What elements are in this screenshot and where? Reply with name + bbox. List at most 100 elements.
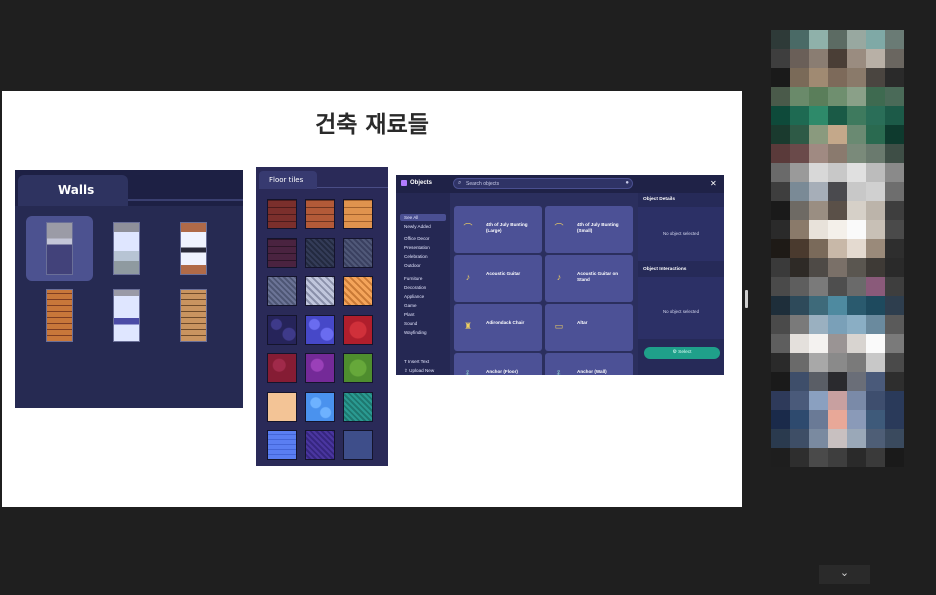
video-pixel — [885, 410, 904, 429]
floor-tile-blue-stone[interactable] — [305, 314, 335, 345]
video-pixel — [790, 239, 809, 258]
floor-tile-violet[interactable] — [305, 353, 335, 383]
video-pixel — [847, 49, 866, 68]
video-pixel — [885, 296, 904, 315]
object-card[interactable]: ♪ Acoustic Guitar — [454, 255, 542, 302]
category-newly-added[interactable]: Newly Added — [404, 224, 431, 229]
video-pixel — [771, 448, 790, 467]
video-pixel — [790, 30, 809, 49]
floor-tile-slate-diag[interactable] — [343, 237, 373, 268]
video-pixel — [866, 353, 885, 372]
video-pixel — [828, 125, 847, 144]
video-pixel — [809, 87, 828, 106]
floor-tile-wood-light[interactable] — [343, 199, 373, 229]
wall-option-wall-light-blue[interactable] — [113, 222, 140, 275]
category-celebration[interactable]: Celebration — [404, 254, 428, 259]
video-pixel — [828, 30, 847, 49]
video-pixel — [885, 372, 904, 391]
video-pixel — [809, 429, 828, 448]
floor-tile-grey-diag[interactable] — [267, 276, 297, 306]
floor-tile-peach[interactable] — [267, 391, 297, 422]
floor-tile-wood-dark[interactable] — [267, 199, 297, 229]
object-card[interactable]: ⌒ 4th of July Bunting (Small) — [545, 206, 633, 253]
category-wayfinding[interactable]: Wayfinding — [404, 330, 427, 335]
floor-tiles-tab[interactable]: Floor tiles — [259, 171, 317, 189]
floor-tile-crimson[interactable] — [267, 353, 297, 383]
video-pixel — [828, 201, 847, 220]
wall-option-wall-gray-purple[interactable] — [46, 222, 73, 275]
video-pixel — [771, 182, 790, 201]
object-card-label: 4th of July Bunting (Small) — [577, 222, 619, 233]
object-card[interactable]: ⚓ Anchor (Floor) — [454, 353, 542, 375]
floor-tile-indigo[interactable] — [305, 430, 335, 460]
close-icon[interactable]: ✕ — [710, 179, 717, 188]
floor-tile-red[interactable] — [343, 314, 373, 345]
floor-tile-green[interactable] — [343, 353, 373, 383]
video-pixel — [771, 296, 790, 315]
video-pixel — [866, 220, 885, 239]
video-pixel — [866, 163, 885, 182]
video-pixel — [790, 125, 809, 144]
walls-tab[interactable]: Walls — [18, 175, 128, 206]
category-game[interactable]: Game — [404, 303, 417, 308]
video-pixel — [809, 258, 828, 277]
search-input[interactable]: ⌕ Search objects ● — [453, 178, 633, 189]
object-card-label: Anchor (Floor) — [486, 369, 518, 374]
category-plant[interactable]: Plant — [404, 312, 414, 317]
video-pixel — [828, 239, 847, 258]
floor-tile-sky[interactable] — [305, 391, 335, 422]
wall-option-wall-brick-stripe[interactable] — [180, 222, 207, 275]
wall-option-wall-blue-stripe[interactable] — [113, 289, 140, 342]
video-pixel — [771, 391, 790, 410]
floor-tile-plum[interactable] — [267, 237, 297, 268]
object-card-label: Acoustic Guitar on Stand — [577, 271, 619, 282]
video-pixel — [809, 106, 828, 125]
objects-icon — [401, 180, 407, 186]
category-appliance[interactable]: Appliance — [404, 294, 424, 299]
object-card[interactable]: ⚓ Anchor (Wall) — [545, 353, 633, 375]
video-pixel — [790, 410, 809, 429]
video-pixel — [885, 49, 904, 68]
select-button[interactable]: ⚙ Select — [644, 347, 720, 359]
object-grid: ⌒ 4th of July Bunting (Large) ⌒ 4th of July… — [452, 193, 636, 375]
category-sound[interactable]: Sound — [404, 321, 417, 326]
floor-tile-dark-diag[interactable] — [305, 237, 335, 268]
object-card[interactable]: ⌒ 4th of July Bunting (Large) — [454, 206, 542, 253]
video-pixel — [866, 182, 885, 201]
category-furniture[interactable]: Furniture — [404, 276, 422, 281]
category-decoration[interactable]: Decoration — [404, 285, 426, 290]
video-pixel — [885, 334, 904, 353]
category-see-all[interactable]: See All — [404, 215, 418, 220]
slide-title: 건축 재료들 — [315, 112, 429, 138]
insert-text-button[interactable]: T Insert Text — [404, 359, 429, 364]
object-card[interactable]: ♪ Acoustic Guitar on Stand — [545, 255, 633, 302]
chevron-down-icon[interactable]: ⌄ — [819, 565, 870, 584]
category-office-decor[interactable]: Office Decor — [404, 236, 429, 241]
video-pixel — [866, 258, 885, 277]
wall-option-wall-orange-brick[interactable] — [46, 289, 73, 342]
video-pixel — [847, 448, 866, 467]
floor-tile-orange-diag[interactable] — [343, 276, 373, 306]
video-pixel — [866, 410, 885, 429]
video-pixel — [847, 353, 866, 372]
category-presentation[interactable]: Presentation — [404, 245, 430, 250]
object-details-empty: No object selected — [662, 231, 700, 236]
video-pixel — [885, 182, 904, 201]
floor-tile-steel[interactable] — [343, 430, 373, 460]
video-pixel — [790, 106, 809, 125]
floor-tile-wood-mid[interactable] — [305, 199, 335, 229]
floor-tile-teal[interactable] — [343, 391, 373, 422]
floor-tile-navy-stone[interactable] — [267, 314, 297, 345]
category-outdoor[interactable]: Outdoor — [404, 263, 421, 268]
object-interactions-box — [638, 277, 724, 339]
wall-option-wall-tan-brick[interactable] — [180, 289, 207, 342]
floor-tile-silver-diag[interactable] — [305, 276, 335, 306]
panel-splitter-handle[interactable] — [745, 290, 748, 308]
video-pixel — [771, 144, 790, 163]
upload-new-button[interactable]: ⇪ Upload New — [404, 368, 434, 374]
floor-tile-royal[interactable] — [267, 430, 297, 460]
clear-search-icon[interactable]: ● — [625, 180, 629, 186]
video-pixel — [847, 277, 866, 296]
object-card[interactable]: ♜ Adirondack Chair — [454, 304, 542, 351]
object-card[interactable]: ▭ Altar — [545, 304, 633, 351]
